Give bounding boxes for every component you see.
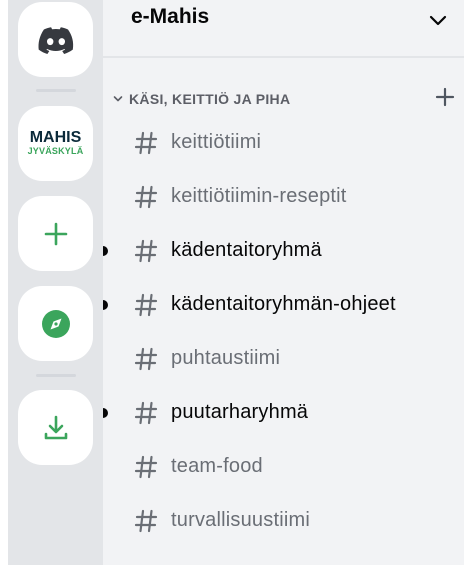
- channel-item[interactable]: puhtaustiimi: [103, 338, 464, 382]
- hashtag-icon: [134, 239, 158, 263]
- hashtag-icon: [134, 185, 158, 209]
- channel-name: puhtaustiimi: [171, 347, 281, 369]
- plus-icon[interactable]: [434, 86, 456, 108]
- hashtag-icon: [134, 455, 158, 479]
- server-logo-line1: MAHIS: [29, 129, 82, 146]
- hashtag-icon: [134, 401, 158, 425]
- unread-indicator: [103, 300, 108, 310]
- unread-indicator: [103, 246, 108, 256]
- channel-name: team-food: [171, 455, 263, 477]
- channel-name: kädentaitoryhmä: [171, 239, 322, 261]
- unread-indicator: [103, 408, 108, 418]
- hashtag-icon: [134, 347, 158, 371]
- channel-item[interactable]: kädentaitoryhmä: [103, 230, 464, 274]
- channel-name: keittiötiimi: [171, 131, 262, 153]
- hashtag-icon: [134, 509, 158, 533]
- channel-item[interactable]: team-food: [103, 446, 464, 490]
- channel-sidebar: e-Mahis KÄSI, KEITTIÖ JA PIHA keittiötii…: [103, 0, 464, 565]
- channel-item[interactable]: keittiötiimi: [103, 122, 464, 166]
- server-mahis-jyvaskyla[interactable]: MAHIS JYVÄSKYLÄ: [18, 106, 93, 181]
- explore-servers-button[interactable]: [18, 286, 93, 361]
- channel-name: keittiötiimin-reseptit: [171, 185, 347, 207]
- channel-item[interactable]: kädentaitoryhmän-ohjeet: [103, 284, 464, 328]
- server-rail: MAHIS JYVÄSKYLÄ: [8, 0, 103, 565]
- download-apps-button[interactable]: [18, 390, 93, 465]
- channel-name: kädentaitoryhmän-ohjeet: [171, 293, 396, 315]
- channel-name: turvallisuustiimi: [171, 509, 310, 531]
- plus-icon: [44, 222, 67, 245]
- discord-window: MAHIS JYVÄSKYLÄ e-Mahis KÄSI, KEITTIÖ JA…: [0, 0, 471, 574]
- add-server-button[interactable]: [18, 196, 93, 271]
- hashtag-icon: [134, 293, 158, 317]
- channel-name: puutarharyhmä: [171, 401, 309, 423]
- channel-item[interactable]: keittiötiimin-reseptit: [103, 176, 464, 220]
- chevron-down-icon: [429, 15, 447, 26]
- discord-logo-icon: [38, 26, 73, 54]
- compass-icon: [41, 309, 70, 338]
- guild-header[interactable]: e-Mahis: [103, 0, 464, 58]
- channel-item[interactable]: turvallisuustiimi: [103, 500, 464, 544]
- home-button[interactable]: [18, 2, 93, 77]
- chevron-down-icon: [113, 96, 123, 102]
- category-label: KÄSI, KEITTIÖ JA PIHA: [129, 91, 291, 107]
- download-icon: [44, 415, 67, 439]
- channel-item[interactable]: puutarharyhmä: [103, 392, 464, 436]
- guild-name: e-Mahis: [131, 5, 210, 28]
- rail-separator: [36, 89, 76, 92]
- hashtag-icon: [134, 131, 158, 155]
- rail-separator: [36, 374, 76, 377]
- server-logo-line2: JYVÄSKYLÄ: [27, 146, 84, 156]
- channel-category[interactable]: KÄSI, KEITTIÖ JA PIHA: [111, 86, 456, 112]
